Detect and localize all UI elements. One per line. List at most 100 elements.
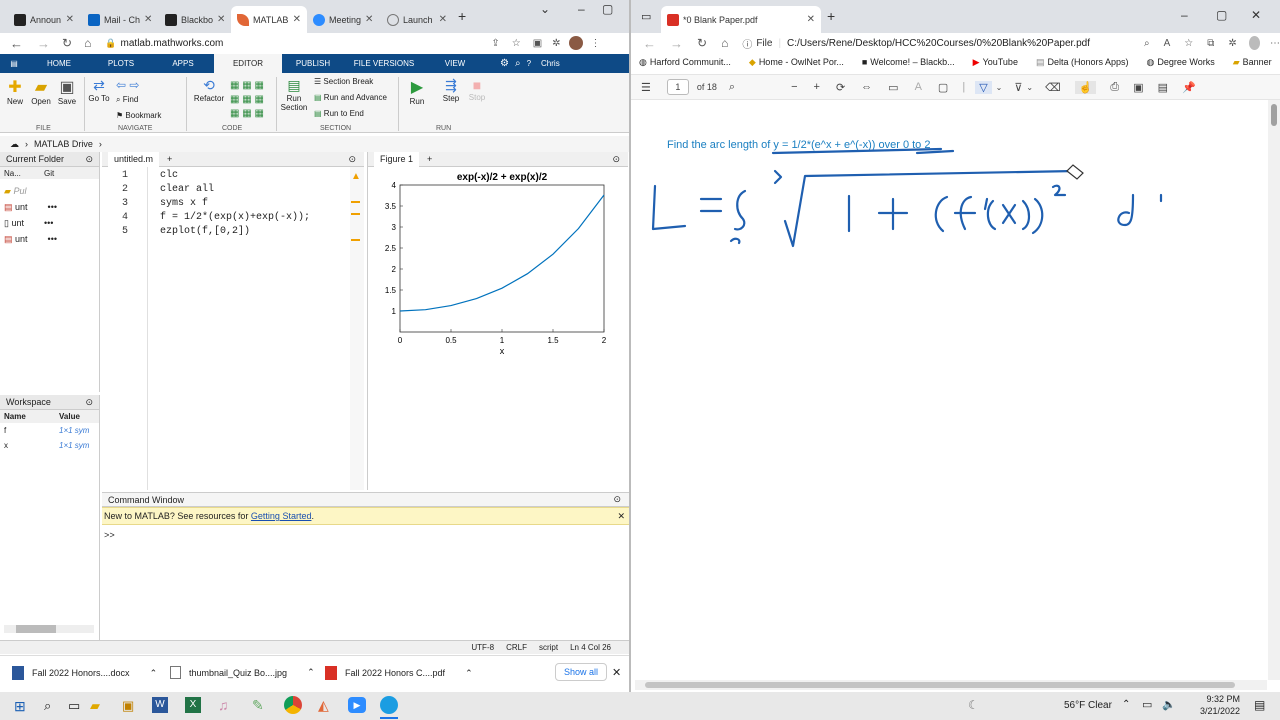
run-end-button[interactable]: ▤ Run to End	[314, 109, 364, 118]
tab-blackboard[interactable]: Blackbo ✕	[159, 6, 231, 33]
back-arrow-icon[interactable]: ⇦ ⇨	[116, 78, 139, 92]
collections-icon[interactable]: ⧉	[1207, 38, 1214, 49]
go-to-button[interactable]: ⇄ Go To	[88, 77, 110, 103]
save-icon[interactable]: ▣	[1133, 81, 1143, 94]
bookmark-blackboard[interactable]: ■ Welcome! – Blackb...	[862, 57, 955, 67]
tab-publish[interactable]: PUBLISH	[282, 54, 344, 73]
app-icon[interactable]: ✎	[252, 697, 264, 714]
chevron-down-icon[interactable]: ⌄	[1026, 83, 1033, 92]
section-break-button[interactable]: ☰ Section Break	[314, 77, 373, 86]
draw-icon[interactable]: ▽	[975, 80, 992, 94]
immersive-reader-icon[interactable]: ▢	[938, 81, 948, 94]
chevron-up-icon[interactable]: ⌃	[307, 667, 315, 678]
close-icon[interactable]: ✕	[144, 14, 152, 25]
extensions-icon[interactable]: ✲	[552, 38, 560, 49]
tab-apps[interactable]: APPS	[152, 54, 214, 73]
zoom-icon[interactable]: ▶	[348, 697, 366, 713]
bookmark-harford[interactable]: ◍ Harford Communit...	[639, 57, 731, 68]
new-tab-button[interactable]: +	[827, 8, 835, 24]
back-icon[interactable]: ←	[643, 36, 656, 51]
weather-icon[interactable]: ☾	[968, 698, 979, 712]
reload-icon[interactable]: ↻	[697, 36, 707, 50]
show-all-button[interactable]: Show all	[555, 663, 608, 681]
tab-zoom-meeting[interactable]: Meeting ✕	[307, 6, 379, 33]
close-icon[interactable]: ✕	[66, 14, 74, 25]
bookmark-button[interactable]: ⚑ Bookmark	[116, 111, 161, 120]
url-field[interactable]: matlab.mathworks.com	[121, 38, 224, 49]
list-item[interactable]: ▯ unt •••	[4, 215, 99, 231]
minimize-button[interactable]: –	[578, 2, 585, 16]
code-tools-icons[interactable]: ▦ ▦ ▦ ▦ ▦ ▦ ▦ ▦ ▦	[230, 79, 264, 121]
download-item[interactable]: Fall 2022 Honors C....pdf ⌃	[325, 666, 473, 680]
clock-time[interactable]: 9:32 PM	[1198, 694, 1240, 704]
close-window-button[interactable]: ✕	[1251, 8, 1261, 22]
table-row[interactable]: f 1×1 sym	[4, 423, 99, 438]
task-view-icon[interactable]: ▭	[68, 698, 80, 714]
contents-icon[interactable]: ☰	[641, 81, 651, 94]
search-icon[interactable]: ⌕	[729, 81, 735, 94]
print-icon[interactable]: ⎙	[1110, 81, 1119, 94]
close-icon[interactable]: ✕	[612, 666, 621, 679]
share-icon[interactable]: ⇪	[491, 38, 499, 49]
tab-launch[interactable]: Launch ✕	[381, 6, 453, 33]
forward-icon[interactable]: →	[37, 36, 50, 51]
search-icon[interactable]: ⌕	[44, 698, 51, 714]
close-icon[interactable]: ✕	[807, 14, 815, 25]
search-icon[interactable]: ⌕	[515, 58, 521, 69]
chevron-up-icon[interactable]: ⌃	[465, 668, 473, 679]
touch-icon[interactable]: ☝	[1074, 80, 1097, 94]
bookmark-degree-works[interactable]: ◍ Degree Works	[1147, 57, 1215, 68]
star-icon[interactable]: ☆	[512, 38, 521, 49]
tab-announcements[interactable]: Announ ✕	[8, 6, 80, 33]
table-row[interactable]: x 1×1 sym	[4, 438, 99, 453]
horizontal-scrollbar[interactable]	[635, 680, 1267, 690]
gear-icon[interactable]: ⚙	[500, 58, 509, 69]
read-aloud-icon[interactable]: A	[1164, 38, 1171, 49]
tab-search-icon[interactable]: ▣	[533, 38, 542, 49]
highlight-icon[interactable]: ⊽	[1014, 81, 1022, 94]
tab-figure-1[interactable]: Figure 1	[374, 151, 420, 167]
bookmark-owlnet[interactable]: ◆ Home - OwlNet Por...	[749, 57, 844, 68]
maximize-button[interactable]: ▢	[1216, 8, 1227, 22]
tab-editor[interactable]: EDITOR	[214, 54, 282, 73]
open-button[interactable]: ▰ Open	[30, 77, 52, 106]
tab-plots[interactable]: PLOTS	[90, 54, 152, 73]
user-menu[interactable]: Chris	[541, 59, 560, 68]
edge-icon[interactable]	[380, 696, 398, 714]
file-explorer-icon[interactable]: ▰	[90, 698, 100, 714]
options-icon[interactable]: ⊙	[613, 494, 621, 505]
volume-icon[interactable]: 🔈	[1162, 698, 1176, 711]
avatar[interactable]	[1248, 36, 1260, 50]
options-icon[interactable]: ⊙	[85, 154, 93, 165]
tab-view[interactable]: VIEW	[424, 54, 486, 73]
close-icon[interactable]: ✕	[293, 14, 301, 25]
tab-mail[interactable]: Mail - Ch ✕	[82, 6, 157, 33]
menu-icon[interactable]: ⋮	[591, 38, 601, 49]
tab-file-versions[interactable]: FILE VERSIONS	[344, 54, 424, 73]
close-icon[interactable]: ✕	[617, 511, 625, 522]
network-icon[interactable]: ▭	[1142, 698, 1152, 711]
zoom-in-icon[interactable]: +	[814, 81, 820, 93]
command-prompt[interactable]: >>	[102, 525, 629, 547]
options-icon[interactable]: ⊙	[348, 154, 356, 165]
chevron-down-icon[interactable]: ⌄	[540, 2, 550, 16]
pdf-page[interactable]: Find the arc length of y = 1/2*(e^x + e^…	[635, 101, 1267, 681]
tab-matlab[interactable]: MATLAB ✕	[231, 6, 307, 33]
path-breadcrumb[interactable]: MATLAB Drive	[34, 139, 93, 149]
avatar[interactable]	[568, 36, 583, 50]
word-icon[interactable]: W	[152, 697, 168, 713]
chevron-up-icon[interactable]: ⌃	[150, 668, 158, 679]
add-tab-icon[interactable]: +	[427, 154, 432, 164]
warning-marker[interactable]	[351, 201, 360, 203]
horizontal-scrollbar[interactable]	[4, 625, 94, 633]
reload-icon[interactable]: ↻	[62, 36, 72, 50]
app-icon[interactable]: ▣	[122, 698, 134, 714]
save-as-icon[interactable]: ▤	[1158, 81, 1168, 94]
matlab-icon[interactable]: ◭	[318, 697, 329, 714]
chevron-down-icon[interactable]: ⌄	[996, 83, 1003, 92]
run-advance-button[interactable]: ▤ Run and Advance	[314, 93, 387, 102]
menu-icon[interactable]: ⋯	[1270, 38, 1280, 49]
list-item[interactable]: ▤ unt •••	[4, 199, 99, 215]
forward-icon[interactable]: →	[670, 36, 683, 51]
rotate-icon[interactable]: ⟳	[836, 81, 845, 94]
